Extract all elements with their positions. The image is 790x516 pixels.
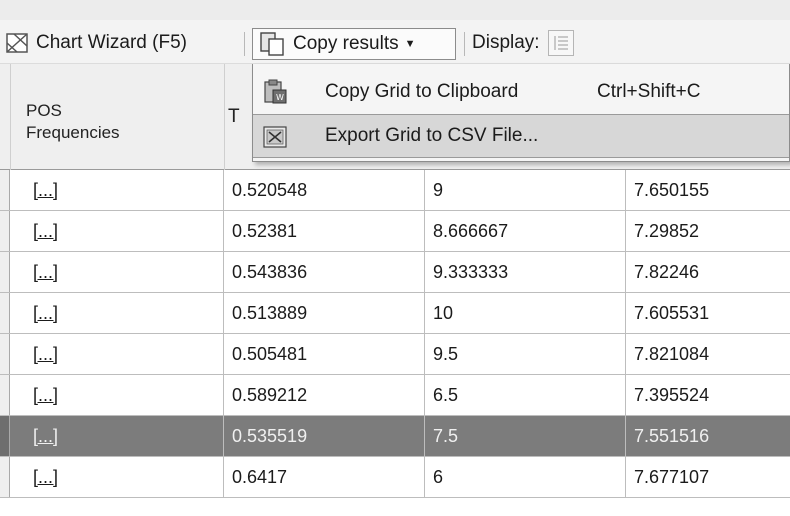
svg-text:W: W	[276, 93, 284, 102]
table-cell[interactable]: 0.520548	[224, 170, 425, 210]
menu-item-shortcut: Ctrl+Shift+C	[597, 81, 701, 102]
expand-link[interactable]: [...]	[33, 385, 58, 405]
table-cell[interactable]: 7.395524	[626, 375, 790, 415]
table-cell[interactable]: 7.551516	[626, 416, 790, 456]
copy-results-menu: W Copy Grid to Clipboard Ctrl+Shift+C Ex…	[252, 64, 790, 162]
table-cell[interactable]: [...]	[10, 334, 224, 374]
expand-link[interactable]: [...]	[33, 467, 58, 487]
table-cell[interactable]: 10	[425, 293, 626, 333]
menu-item-label: Copy Grid to Clipboard	[325, 81, 519, 102]
row-header[interactable]	[0, 170, 10, 210]
expand-link[interactable]: [...]	[33, 426, 58, 446]
table-row[interactable]: [...] 0.505481 9.5 7.821084	[0, 334, 790, 375]
table-cell[interactable]: 7.605531	[626, 293, 790, 333]
table-cell[interactable]: 9.333333	[425, 252, 626, 292]
table-cell[interactable]: [...]	[10, 211, 224, 251]
table-cell[interactable]: 0.535519	[224, 416, 425, 456]
header-label: T	[228, 106, 240, 127]
row-header[interactable]	[0, 375, 10, 415]
expand-link[interactable]: [...]	[33, 180, 58, 200]
table-cell[interactable]: [...]	[10, 170, 224, 210]
csv-export-icon	[263, 126, 287, 148]
table-cell[interactable]: 7.29852	[626, 211, 790, 251]
display-control: Display:	[472, 30, 574, 56]
table-cell[interactable]: 0.513889	[224, 293, 425, 333]
menu-item-copy-grid[interactable]: W Copy Grid to Clipboard Ctrl+Shift+C	[253, 70, 789, 114]
table-row[interactable]: [...] 0.589212 6.5 7.395524	[0, 375, 790, 416]
table-cell[interactable]: [...]	[10, 375, 224, 415]
clipboard-icon: W	[264, 79, 287, 104]
chevron-down-icon: ▼	[404, 38, 416, 50]
table-cell[interactable]: [...]	[10, 293, 224, 333]
toolbar: Chart Wizard (F5) Copy results ▼ Display…	[0, 20, 790, 64]
table-cell[interactable]: 6.5	[425, 375, 626, 415]
table-row[interactable]: [...] 0.6417 6 7.677107	[0, 457, 790, 498]
results-grid: [...] 0.520548 9 7.650155 [...] 0.52381 …	[0, 170, 790, 498]
top-strip	[0, 0, 790, 20]
row-header[interactable]	[0, 211, 10, 251]
column-header-t[interactable]: T	[228, 106, 240, 128]
table-cell[interactable]: 7.650155	[626, 170, 790, 210]
row-header[interactable]	[0, 416, 10, 456]
table-row[interactable]: [...] 0.513889 10 7.605531	[0, 293, 790, 334]
header-label: POS Frequencies	[26, 101, 120, 142]
expand-link[interactable]: [...]	[33, 303, 58, 323]
table-cell[interactable]: 0.589212	[224, 375, 425, 415]
table-cell[interactable]: 7.677107	[626, 457, 790, 497]
header-divider	[10, 64, 11, 170]
row-header[interactable]	[0, 252, 10, 292]
expand-link[interactable]: [...]	[33, 262, 58, 282]
display-label: Display:	[472, 32, 540, 53]
table-cell[interactable]: 0.505481	[224, 334, 425, 374]
table-row[interactable]: [...] 0.543836 9.333333 7.82246	[0, 252, 790, 293]
table-row-selected[interactable]: [...] 0.535519 7.5 7.551516	[0, 416, 790, 457]
table-cell[interactable]: 7.821084	[626, 334, 790, 374]
copy-results-label: Copy results	[293, 33, 399, 54]
copy-icon	[260, 32, 284, 56]
toolbar-separator	[244, 32, 245, 56]
chart-wizard-icon	[6, 33, 28, 53]
chart-wizard-button[interactable]: Chart Wizard (F5)	[4, 30, 187, 56]
chart-wizard-label: Chart Wizard (F5)	[36, 32, 187, 53]
sort-lines-icon[interactable]	[547, 30, 574, 56]
row-header[interactable]	[0, 457, 10, 497]
expand-link[interactable]: [...]	[33, 344, 58, 364]
table-cell[interactable]: 9	[425, 170, 626, 210]
toolbar-separator	[464, 32, 465, 56]
header-divider	[224, 64, 225, 170]
table-cell[interactable]: 0.6417	[224, 457, 425, 497]
menu-item-label: Export Grid to CSV File...	[325, 125, 539, 146]
copy-results-dropdown[interactable]: Copy results ▼	[252, 28, 456, 60]
table-row[interactable]: [...] 0.52381 8.666667 7.29852	[0, 211, 790, 252]
expand-link[interactable]: [...]	[33, 221, 58, 241]
table-cell[interactable]: 6	[425, 457, 626, 497]
table-row[interactable]: [...] 0.520548 9 7.650155	[0, 170, 790, 211]
table-cell[interactable]: 7.5	[425, 416, 626, 456]
table-cell[interactable]: 7.82246	[626, 252, 790, 292]
menu-item-export-csv[interactable]: Export Grid to CSV File...	[253, 114, 789, 158]
table-cell[interactable]: 0.52381	[224, 211, 425, 251]
table-cell[interactable]: [...]	[10, 457, 224, 497]
table-cell[interactable]: 8.666667	[425, 211, 626, 251]
row-header[interactable]	[0, 334, 10, 374]
table-cell[interactable]: 9.5	[425, 334, 626, 374]
table-cell[interactable]: [...]	[10, 416, 224, 456]
column-header-pos-frequencies[interactable]: POS Frequencies	[26, 100, 120, 144]
table-cell[interactable]: [...]	[10, 252, 224, 292]
table-cell[interactable]: 0.543836	[224, 252, 425, 292]
row-header[interactable]	[0, 293, 10, 333]
